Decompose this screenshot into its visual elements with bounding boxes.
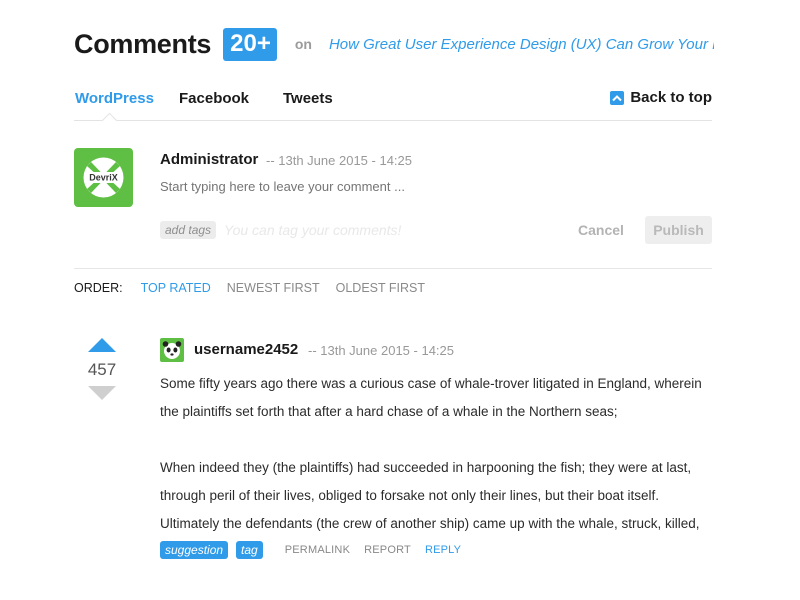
tabs-divider (74, 120, 712, 121)
comment-count-badge: 20+ (223, 27, 277, 61)
downvote-arrow-icon[interactable] (88, 385, 116, 401)
order-newest-first[interactable]: NEWEST FIRST (227, 281, 320, 295)
comment-footer: suggestion tag PERMALINK REPORT REPLY (160, 541, 461, 559)
page-title: Comments (74, 28, 212, 59)
comment-paragraph: When indeed they (the plaintiffs) had su… (160, 460, 700, 531)
vote-count: 457 (87, 360, 117, 379)
comments-header: Comments 20+ on How Great User Experienc… (74, 27, 714, 61)
order-oldest-first[interactable]: OLDEST FIRST (336, 281, 425, 295)
reply-link[interactable]: REPLY (425, 544, 461, 556)
add-tags-button[interactable]: add tags (160, 221, 217, 239)
order-top-rated[interactable]: TOP RATED (141, 281, 211, 295)
report-link[interactable]: REPORT (364, 544, 411, 556)
avatar-logo-text: DevriX (89, 173, 118, 183)
panda-avatar (160, 338, 184, 362)
admin-avatar: DevriX (74, 148, 133, 207)
order-bar: ORDER: TOP RATED NEWEST FIRST OLDEST FIR… (74, 281, 425, 295)
cancel-button[interactable]: Cancel (578, 222, 624, 238)
composer-divider (74, 268, 712, 269)
tag-tag[interactable]: tag (236, 541, 263, 559)
arrow-up-icon (610, 90, 625, 105)
publish-button[interactable]: Publish (645, 216, 712, 244)
permalink-link[interactable]: PERMALINK (285, 544, 350, 556)
tab-tweets[interactable]: Tweets (283, 90, 333, 107)
tag-hint: You can tag your comments! (224, 222, 402, 238)
tab-wordpress[interactable]: WordPress (75, 90, 154, 107)
composer-date: -- 13th June 2015 - 14:25 (266, 153, 412, 168)
comment-paragraph: Some fifty years ago there was a curious… (160, 376, 702, 419)
order-label: ORDER: (74, 281, 123, 295)
tag-suggestion[interactable]: suggestion (160, 541, 229, 559)
comment-input[interactable] (160, 179, 660, 194)
comment-date: -- 13th June 2015 - 14:25 (308, 343, 454, 358)
back-to-top-button[interactable]: Back to top (610, 89, 712, 106)
composer-name: Administrator (160, 151, 259, 168)
article-link[interactable]: How Great User Experience Design (UX) Ca… (329, 36, 714, 53)
on-label: on (294, 36, 312, 52)
tab-facebook[interactable]: Facebook (179, 90, 249, 107)
comment-username[interactable]: username2452 (194, 341, 298, 358)
upvote-arrow-icon[interactable] (88, 337, 116, 353)
back-to-top-label: Back to top (630, 89, 712, 106)
comment-body: Some fifty years ago there was a curious… (160, 370, 720, 538)
